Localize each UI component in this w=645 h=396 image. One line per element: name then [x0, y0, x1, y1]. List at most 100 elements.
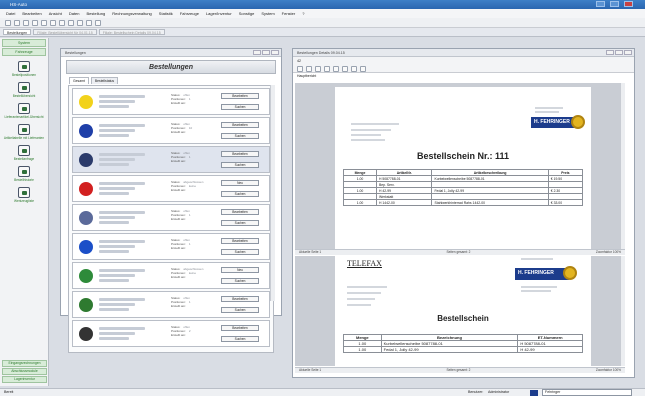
minimize-button[interactable]: [606, 50, 614, 55]
sidebar-item-3[interactable]: Artikeltabelle mit Lieferanten: [0, 124, 48, 140]
menu-item-7[interactable]: Fahrzeuge: [180, 9, 199, 18]
order-row[interactable]: Status: abgeschlossen Positionen: keine Erst…: [72, 175, 270, 202]
edit-order-button[interactable]: Bearbeiten: [221, 238, 259, 244]
menu-item-11[interactable]: Fenster: [282, 9, 296, 18]
order-row[interactable]: Status: offen Positionen: 10 Erstellt am: Bea…: [72, 117, 270, 144]
last-page-icon[interactable]: [342, 66, 348, 72]
print-icon[interactable]: [59, 20, 65, 26]
search-icon[interactable]: [351, 66, 357, 72]
menu-item-2[interactable]: Ansicht: [49, 9, 62, 18]
menu-item-4[interactable]: Bestellung: [87, 9, 106, 18]
order-row[interactable]: Status: offen Positionen: 2 Erstellt am: Bear…: [72, 320, 270, 347]
search-order-button[interactable]: Suchen: [221, 191, 259, 197]
edit-order-button[interactable]: Bearbeiten: [221, 209, 259, 215]
zoom-icon[interactable]: [95, 20, 101, 26]
edit-icon[interactable]: [14, 20, 20, 26]
edit-order-button[interactable]: Bearbeiten: [221, 325, 259, 331]
gear-icon[interactable]: [32, 20, 38, 26]
arrow-right-icon[interactable]: [86, 20, 92, 26]
order-row[interactable]: Status: offen Positionen: 1 Erstellt am: Bear…: [72, 291, 270, 318]
sidebar-item-0[interactable]: Bestellpositionen: [0, 61, 48, 77]
search-order-button[interactable]: Suchen: [221, 220, 259, 226]
sidebar-item-2[interactable]: Lieferantenartikel-Übersicht: [0, 103, 48, 119]
search-order-button[interactable]: Suchen: [221, 278, 259, 284]
company-select[interactable]: Fehringer: [542, 389, 632, 396]
search-icon[interactable]: [41, 20, 47, 26]
print-icon[interactable]: [297, 66, 303, 72]
current-page-label: Aktuelle Seite 1: [299, 368, 322, 372]
order-row[interactable]: Status: offen Positionen: 1 Erstellt am: Bear…: [72, 146, 270, 173]
close-button[interactable]: [271, 50, 279, 55]
sidebar-item-eingangsrechnungen[interactable]: Eingangsrechnungen: [2, 360, 47, 367]
menu-bar: Datei Bearbeiten Ansicht Daten Bestellung Rec…: [0, 9, 645, 18]
sidebar-item-abschlussmodule[interactable]: Abschlussmodule: [2, 368, 47, 375]
maximize-button[interactable]: [610, 1, 619, 7]
redacted-text: [99, 279, 129, 282]
first-page-icon[interactable]: [315, 66, 321, 72]
arrow-left-icon[interactable]: [77, 20, 83, 26]
order-row[interactable]: Status: offen Positionen: 1 Erstellt am: Bear…: [72, 233, 270, 260]
sidebar-item-6[interactable]: Werkzeugliste: [0, 187, 48, 203]
edit-order-button[interactable]: Bearbeiten: [221, 296, 259, 302]
order-row[interactable]: Status: abgeschlossen Positionen: keine Erst…: [72, 262, 270, 289]
menu-item-1[interactable]: Bearbeiten: [22, 9, 41, 18]
vertical-scrollbar[interactable]: [620, 83, 625, 249]
sidebar-item-lagerinventur[interactable]: Lagerinventur: [2, 376, 47, 383]
tab-bestelluebersicht[interactable]: Filiale: Bestellübersicht für 04.01.15: [33, 29, 97, 35]
delete-icon[interactable]: [50, 20, 56, 26]
menu-item-9[interactable]: Sonstige: [239, 9, 255, 18]
tab-gesamt[interactable]: Gesamt: [69, 77, 89, 84]
order-row[interactable]: Status: offen Positionen: 1 Erstellt am: Bear…: [72, 204, 270, 231]
maximize-button[interactable]: [262, 50, 270, 55]
next-page-icon[interactable]: [333, 66, 339, 72]
menu-item-5[interactable]: Rechnungsverwaltung: [112, 9, 152, 18]
table-cell: 1.00: [343, 346, 382, 353]
edit-order-button[interactable]: Neu: [221, 180, 259, 186]
vertical-scrollbar[interactable]: [270, 85, 275, 301]
close-button[interactable]: [624, 1, 633, 7]
minimize-button[interactable]: [596, 1, 605, 7]
vertical-scrollbar[interactable]: [620, 256, 625, 366]
sidebar-item-5[interactable]: Bestellhistorie: [0, 166, 48, 182]
menu-item-10[interactable]: System: [261, 9, 274, 18]
bestellungen-window-title: Bestellungen: [61, 49, 281, 57]
export-icon[interactable]: [306, 66, 312, 72]
close-button[interactable]: [624, 50, 632, 55]
order-row[interactable]: Status: offen Positionen: 1 Erstellt am: Bear…: [72, 88, 270, 115]
zoom-icon[interactable]: [360, 66, 366, 72]
search-order-button[interactable]: Suchen: [221, 133, 259, 139]
edit-order-button[interactable]: Bearbeiten: [221, 122, 259, 128]
search-order-button[interactable]: Suchen: [221, 104, 259, 110]
sidebar-header-fahrzeuge[interactable]: Fahrzeuge: [2, 48, 46, 56]
tab-bestellschein-details[interactable]: Filiale: Bestellschein Details 09.04.15: [98, 29, 165, 35]
table-cell: H 42-99: [517, 346, 583, 353]
maximize-button[interactable]: [615, 50, 623, 55]
tab-bestellungen[interactable]: Bestellungen: [3, 29, 32, 35]
search-order-button[interactable]: Suchen: [221, 307, 259, 313]
zoom-label: Zoomfaktor 100%: [595, 368, 621, 372]
menu-item-0[interactable]: Datei: [6, 9, 15, 18]
menu-item-8[interactable]: Lager/Inventur: [206, 9, 232, 18]
sidebar-header-system[interactable]: System: [2, 39, 46, 47]
help-icon[interactable]: [5, 20, 11, 26]
edit-order-button[interactable]: Bearbeiten: [221, 93, 259, 99]
search-order-button[interactable]: Suchen: [221, 249, 259, 255]
redacted-text: [99, 95, 145, 98]
export-icon[interactable]: [68, 20, 74, 26]
edit-order-button[interactable]: Bearbeiten: [221, 151, 259, 157]
search-order-button[interactable]: Suchen: [221, 162, 259, 168]
menu-item-3[interactable]: Daten: [69, 9, 80, 18]
sidebar-item-1[interactable]: Bestellübersicht: [0, 82, 48, 98]
sidebar-item-4[interactable]: Bestellanfrage: [0, 145, 48, 161]
menu-item-6[interactable]: Statistik: [159, 9, 173, 18]
report-tab-hauptbericht[interactable]: Hauptbericht: [293, 73, 634, 80]
search-order-button[interactable]: Suchen: [221, 336, 259, 342]
edit-order-button[interactable]: Neu: [221, 267, 259, 273]
positionen-value: 1: [188, 97, 191, 102]
save-icon[interactable]: [23, 20, 29, 26]
minimize-button[interactable]: [253, 50, 261, 55]
previous-page-icon[interactable]: [324, 66, 330, 72]
menu-item-12[interactable]: ?: [302, 9, 304, 18]
table-cell: 1.00: [343, 199, 377, 206]
tab-bestellstatus[interactable]: Bestellstatus: [90, 77, 119, 84]
